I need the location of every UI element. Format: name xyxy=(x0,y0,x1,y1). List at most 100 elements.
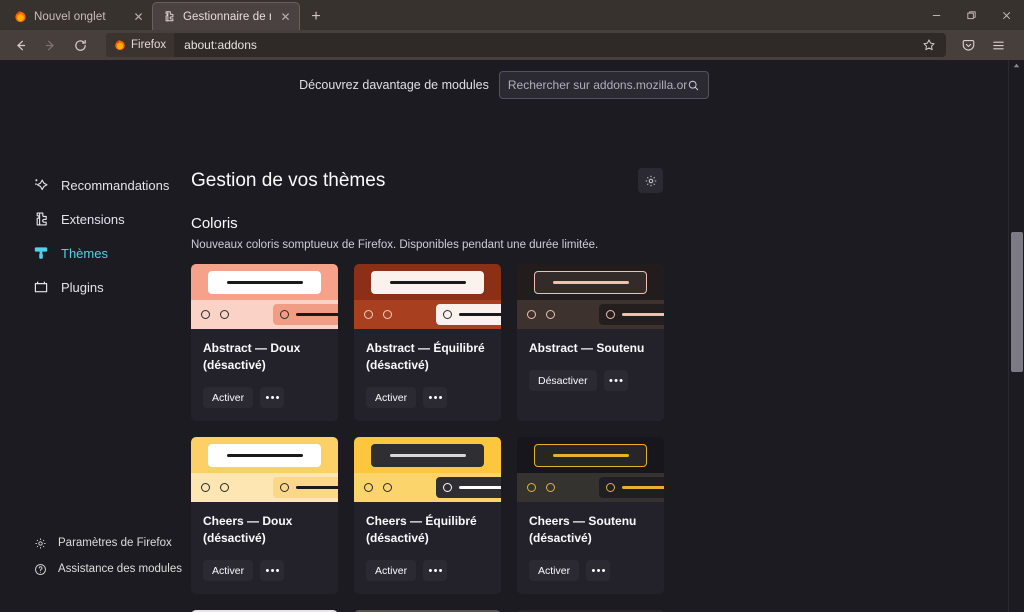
sidebar-item-extensions[interactable]: Extensions xyxy=(0,202,186,236)
theme-card-body: Cheers — Équilibré (désactivé) Activer ••• xyxy=(354,502,501,594)
theme-card-grid: Abstract — Doux (désactivé) Activer ••• Abs… xyxy=(191,264,791,612)
restore-icon[interactable] xyxy=(954,0,989,30)
theme-preview xyxy=(354,264,501,329)
new-tab-button[interactable]: + xyxy=(302,3,330,30)
content-area: Découvrez davantage de modules Recommand… xyxy=(0,60,1008,612)
search-addons-box[interactable] xyxy=(498,71,709,99)
theme-preview xyxy=(191,264,338,329)
theme-actions: Activer ••• xyxy=(366,560,489,582)
firefox-icon xyxy=(13,10,27,24)
theme-card-body: Cheers — Doux (désactivé) Activer ••• xyxy=(191,502,338,594)
pocket-icon[interactable] xyxy=(954,33,982,57)
sparkle-icon xyxy=(32,177,49,194)
theme-card-body: Cheers — Soutenu (désactivé) Activer ••• xyxy=(517,502,664,594)
page-scrollbar[interactable] xyxy=(1008,60,1024,612)
gear-icon xyxy=(33,536,47,550)
main-content: Gestion de vos thèmes Coloris Nouveaux c… xyxy=(186,60,1008,612)
theme-card[interactable]: Abstract — Soutenu Désactiver ••• xyxy=(517,264,664,422)
theme-name: Abstract — Équilibré (désactivé) xyxy=(366,341,485,373)
app-menu-icon[interactable] xyxy=(984,33,1012,57)
theme-toggle-button[interactable]: Activer xyxy=(366,387,417,409)
browser-tab[interactable]: Nouvel onglet ✕ xyxy=(4,3,152,30)
addons-icon xyxy=(162,10,176,24)
theme-preview xyxy=(191,437,338,503)
theme-name: Cheers — Équilibré (désactivé) xyxy=(366,514,477,546)
sidebar-link-label: Assistance des modules xyxy=(58,563,183,575)
tab-close-icon[interactable]: ✕ xyxy=(131,9,146,24)
sidebar-item-label: Recommandations xyxy=(61,177,170,193)
theme-toggle-button[interactable]: Activer xyxy=(366,560,417,582)
help-icon xyxy=(33,562,47,576)
tab-strip: Nouvel onglet ✕ Gestionnaire de modules … xyxy=(0,0,1024,30)
bookmark-star-icon[interactable] xyxy=(916,34,942,56)
sidebar-item-recommandations[interactable]: Recommandations xyxy=(0,168,186,202)
minimize-icon[interactable] xyxy=(919,0,954,30)
theme-card-body: Abstract — Doux (désactivé) Activer ••• xyxy=(191,329,338,421)
toolbar-right xyxy=(954,33,1012,57)
section-subtitle: Nouveaux coloris somptueux de Firefox. D… xyxy=(191,239,599,251)
identity-label: Firefox xyxy=(131,39,167,51)
tab-title: Gestionnaire de modules compl xyxy=(183,10,271,23)
theme-name: Abstract — Soutenu xyxy=(529,341,645,355)
theme-toggle-button[interactable]: Activer xyxy=(203,387,254,409)
browser-tab-active[interactable]: Gestionnaire de modules compl ✕ xyxy=(152,2,300,30)
url-bar[interactable]: Firefox about:addons xyxy=(106,33,946,57)
theme-actions: Activer ••• xyxy=(203,387,326,409)
theme-toggle-button[interactable]: Activer xyxy=(203,560,254,582)
theme-more-options-icon[interactable]: ••• xyxy=(260,560,285,582)
main-header: Gestion de vos thèmes xyxy=(191,168,663,193)
back-button[interactable] xyxy=(6,33,34,57)
theme-actions: Activer ••• xyxy=(203,560,326,582)
sidebar-item-label: Thèmes xyxy=(61,245,108,261)
sidebar-link-firefox-settings[interactable]: Paramètres de Firefox xyxy=(0,530,186,556)
theme-card-body: Abstract — Soutenu Désactiver ••• xyxy=(517,329,664,421)
sidebar-footer: Paramètres de Firefox Assistance des mod… xyxy=(0,530,186,582)
theme-toggle-button[interactable]: Désactiver xyxy=(529,370,597,392)
theme-actions: Activer ••• xyxy=(366,387,489,409)
sidebar-link-label: Paramètres de Firefox xyxy=(58,537,172,549)
theme-name: Cheers — Soutenu (désactivé) xyxy=(529,514,637,546)
theme-card[interactable]: Abstract — Équilibré (désactivé) Activer •… xyxy=(354,264,501,422)
sidebar: Recommandations Extensions Thèmes Plugin… xyxy=(0,60,186,612)
theme-brush-icon xyxy=(32,245,49,262)
theme-name: Abstract — Doux (désactivé) xyxy=(203,341,301,373)
theme-actions: Activer ••• xyxy=(529,560,652,582)
search-input[interactable] xyxy=(507,78,687,92)
sidebar-item-plugins[interactable]: Plugins xyxy=(0,270,186,304)
sidebar-item-label: Plugins xyxy=(61,279,104,295)
theme-more-options-icon[interactable]: ••• xyxy=(423,560,448,582)
theme-actions: Désactiver ••• xyxy=(529,370,652,392)
discover-label: Découvrez davantage de modules xyxy=(299,78,489,92)
identity-box[interactable]: Firefox xyxy=(106,33,175,57)
theme-preview xyxy=(354,437,501,503)
theme-card-body: Abstract — Équilibré (désactivé) Activer •… xyxy=(354,329,501,421)
scroll-up-arrow-icon[interactable] xyxy=(1009,61,1024,72)
section-title: Coloris xyxy=(191,215,238,232)
theme-card[interactable]: Cheers — Équilibré (désactivé) Activer ••• xyxy=(354,437,501,595)
tab-close-icon[interactable]: ✕ xyxy=(278,9,293,24)
theme-preview xyxy=(517,437,664,503)
theme-more-options-icon[interactable]: ••• xyxy=(603,370,628,392)
theme-options-gear-icon[interactable] xyxy=(638,168,663,193)
sidebar-item-label: Extensions xyxy=(61,211,125,227)
theme-more-options-icon[interactable]: ••• xyxy=(260,387,285,409)
sidebar-link-addons-support[interactable]: Assistance des modules xyxy=(0,556,186,582)
navigation-toolbar: Firefox about:addons xyxy=(0,30,1024,60)
tab-title: Nouvel onglet xyxy=(34,10,106,23)
extension-icon xyxy=(32,211,49,228)
scrollbar-thumb[interactable] xyxy=(1011,232,1023,372)
theme-card[interactable]: Cheers — Soutenu (désactivé) Activer ••• xyxy=(517,437,664,595)
url-text[interactable]: about:addons xyxy=(174,38,916,52)
sidebar-item-themes[interactable]: Thèmes xyxy=(0,236,186,270)
window-controls xyxy=(919,0,1024,30)
theme-card[interactable]: Abstract — Doux (désactivé) Activer ••• xyxy=(191,264,338,422)
theme-more-options-icon[interactable]: ••• xyxy=(586,560,611,582)
theme-card[interactable]: Cheers — Doux (désactivé) Activer ••• xyxy=(191,437,338,595)
theme-more-options-icon[interactable]: ••• xyxy=(423,387,448,409)
theme-toggle-button[interactable]: Activer xyxy=(529,560,580,582)
close-icon[interactable] xyxy=(989,0,1024,30)
plugin-icon xyxy=(32,279,49,296)
reload-button[interactable] xyxy=(66,33,94,57)
addons-page: Découvrez davantage de modules Recommand… xyxy=(0,60,1024,612)
forward-button[interactable] xyxy=(36,33,64,57)
